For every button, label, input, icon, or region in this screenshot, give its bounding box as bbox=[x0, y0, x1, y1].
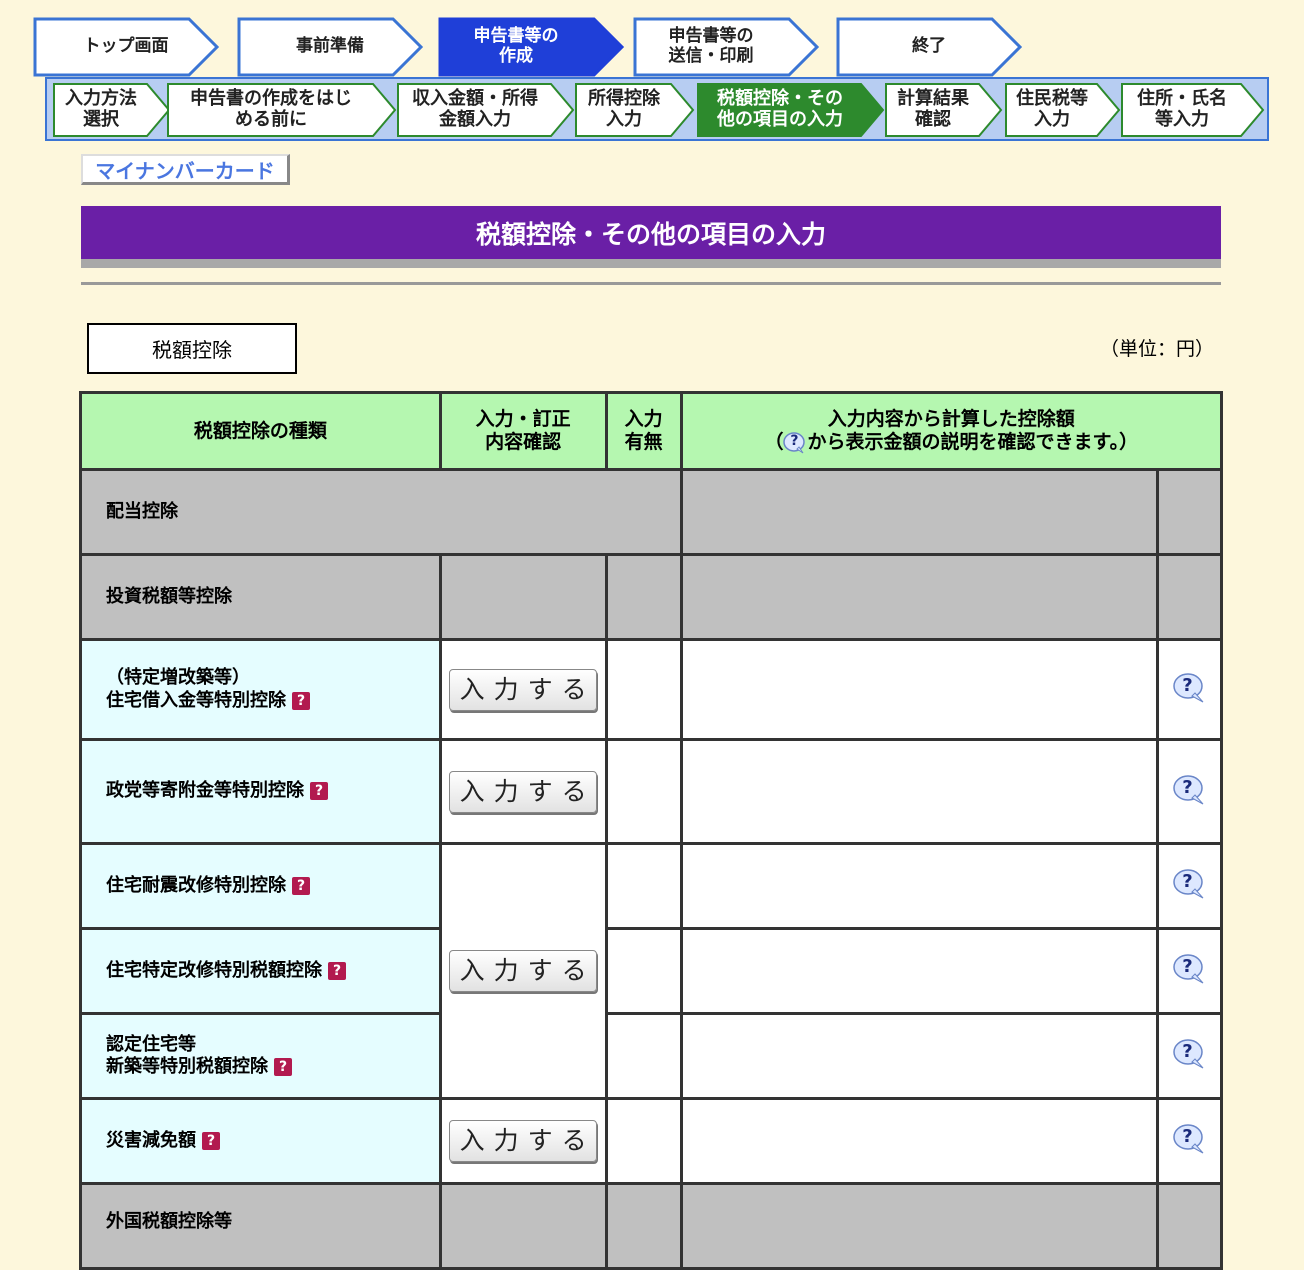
row-dividend-help bbox=[1159, 471, 1220, 553]
unit-label: （単位：円） bbox=[1100, 338, 1215, 360]
row-disaster-status bbox=[607, 1100, 680, 1182]
help-bubble-icon[interactable]: ? bbox=[1172, 1124, 1207, 1154]
row-foreign-label: 外国税額控除等 bbox=[82, 1185, 439, 1267]
row-investment-help bbox=[1159, 556, 1220, 638]
row-political-status bbox=[607, 741, 680, 842]
substep-resident-tax-label: 住民税等 入力 bbox=[1016, 88, 1088, 130]
mynumber-card-button[interactable]: マイナンバーカード bbox=[81, 154, 290, 185]
row-disaster-help: ? bbox=[1159, 1100, 1220, 1182]
row-housing-loan-label: （特定増改築等） 住宅借入金等特別控除? bbox=[82, 641, 439, 738]
step-end[interactable]: 終了 bbox=[836, 17, 1022, 77]
row-political-label: 政党等寄附金等特別控除? bbox=[82, 741, 439, 842]
row-certified-status bbox=[607, 1015, 680, 1097]
row-political-button-cell: 入力する bbox=[441, 741, 605, 842]
row-renovation-amount bbox=[682, 930, 1156, 1012]
row-political-amount bbox=[682, 741, 1156, 842]
section-label: 税額控除 bbox=[87, 323, 297, 374]
question-icon[interactable]: ? bbox=[202, 1131, 220, 1150]
substep-address-label: 住所・氏名 等入力 bbox=[1137, 88, 1227, 130]
row-certified-help: ? bbox=[1159, 1015, 1220, 1097]
step-send-label: 申告書等の 送信・印刷 bbox=[668, 26, 754, 66]
header-status: 入力 有無 bbox=[607, 394, 680, 468]
question-icon[interactable]: ? bbox=[274, 1058, 292, 1076]
substep-tax-credit[interactable]: 税額控除・その 他の項目の入力 bbox=[697, 83, 885, 137]
row-certified-amount bbox=[682, 1015, 1156, 1097]
row-quake-amount bbox=[682, 845, 1156, 927]
substep-deduction[interactable]: 所得控除 入力 bbox=[575, 83, 695, 137]
substep-income-label: 収入金額・所得 金額入力 bbox=[412, 88, 538, 130]
title-shadow bbox=[81, 259, 1221, 268]
row-disaster-button-cell: 入力する bbox=[441, 1100, 605, 1182]
sub-step-nav: 入力方法 選択 申告書の作成をはじ める前に 収入金額・所得 金額入力 所得控除… bbox=[45, 77, 1269, 141]
step-create[interactable]: 申告書等の 作成 bbox=[438, 17, 624, 77]
help-bubble-icon[interactable]: ? bbox=[1172, 1039, 1207, 1069]
substep-method[interactable]: 入力方法 選択 bbox=[53, 83, 171, 137]
header-type: 税額控除の種類 bbox=[82, 394, 439, 468]
substep-before[interactable]: 申告書の作成をはじ める前に bbox=[167, 83, 397, 137]
row-foreign-amount bbox=[682, 1185, 1156, 1267]
row-investment-status bbox=[607, 556, 680, 638]
row-investment-label: 投資税額等控除 bbox=[82, 556, 439, 638]
row-dividend-label: 配当控除 bbox=[82, 471, 680, 553]
substep-result-label: 計算結果 確認 bbox=[897, 88, 969, 130]
header-amount: 入力内容から計算した控除額 （? から表示金額の説明を確認できます。） bbox=[682, 394, 1220, 468]
help-bubble-icon[interactable]: ? bbox=[1172, 869, 1207, 899]
help-bubble-icon[interactable]: ? bbox=[1172, 774, 1207, 805]
step-send[interactable]: 申告書等の 送信・印刷 bbox=[633, 17, 819, 77]
row-quake-status bbox=[607, 845, 680, 927]
row-quake-label: 住宅耐震改修特別控除? bbox=[82, 845, 439, 927]
tax-credit-table: 税額控除の種類 入力・訂正 内容確認 入力 有無 入力内容から計算した控除額 （… bbox=[79, 391, 1223, 1270]
row-quake-group-button-cell: 入力する bbox=[441, 845, 605, 1097]
row-certified-label: 認定住宅等 新築等特別税額控除? bbox=[82, 1015, 439, 1097]
row-housing-loan-button-cell: 入力する bbox=[441, 641, 605, 738]
step-prep[interactable]: 事前準備 bbox=[237, 17, 423, 77]
row-housing-loan-help: ? bbox=[1159, 641, 1220, 738]
row-dividend-amount bbox=[682, 471, 1156, 553]
question-icon[interactable]: ? bbox=[310, 782, 328, 801]
substep-resident-tax[interactable]: 住民税等 入力 bbox=[1005, 83, 1121, 137]
row-renovation-label: 住宅特定改修特別税額控除? bbox=[82, 930, 439, 1012]
question-icon[interactable]: ? bbox=[292, 876, 310, 895]
page-title: 税額控除・その他の項目の入力 bbox=[81, 206, 1221, 259]
row-foreign-help bbox=[1159, 1185, 1220, 1267]
substep-tax-credit-label: 税額控除・その 他の項目の入力 bbox=[717, 88, 843, 130]
substep-method-label: 入力方法 選択 bbox=[65, 88, 137, 130]
input-button[interactable]: 入力する bbox=[449, 770, 598, 813]
row-housing-loan-amount bbox=[682, 641, 1156, 738]
row-investment-button-cell bbox=[441, 556, 605, 638]
row-political-help: ? bbox=[1159, 741, 1220, 842]
header-amount-line2: （? から表示金額の説明を確認できます。） bbox=[764, 431, 1139, 454]
step-create-label: 申告書等の 作成 bbox=[473, 26, 559, 66]
row-disaster-amount bbox=[682, 1100, 1156, 1182]
input-button[interactable]: 入力する bbox=[449, 668, 598, 711]
divider bbox=[81, 282, 1221, 285]
substep-income[interactable]: 収入金額・所得 金額入力 bbox=[397, 83, 575, 137]
row-renovation-status bbox=[607, 930, 680, 1012]
row-foreign-button-cell bbox=[441, 1185, 605, 1267]
help-bubble-icon[interactable]: ? bbox=[1172, 672, 1207, 703]
row-disaster-label: 災害減免額? bbox=[82, 1100, 439, 1182]
row-quake-help: ? bbox=[1159, 845, 1220, 927]
row-foreign-status bbox=[607, 1185, 680, 1267]
step-top[interactable]: トップ画面 bbox=[33, 17, 219, 77]
step-end-label: 終了 bbox=[912, 36, 946, 57]
substep-address[interactable]: 住所・氏名 等入力 bbox=[1121, 83, 1265, 137]
help-bubble-icon: ? bbox=[783, 431, 807, 454]
substep-deduction-label: 所得控除 入力 bbox=[588, 88, 660, 130]
row-renovation-help: ? bbox=[1159, 930, 1220, 1012]
question-icon[interactable]: ? bbox=[292, 691, 310, 710]
input-button[interactable]: 入力する bbox=[449, 1120, 598, 1162]
input-button[interactable]: 入力する bbox=[449, 950, 598, 992]
substep-before-label: 申告書の作成をはじ める前に bbox=[190, 88, 352, 130]
header-amount-line1: 入力内容から計算した控除額 bbox=[827, 408, 1075, 431]
help-bubble-icon[interactable]: ? bbox=[1172, 954, 1207, 984]
step-prep-label: 事前準備 bbox=[296, 36, 364, 57]
header-confirm: 入力・訂正 内容確認 bbox=[441, 394, 605, 468]
row-investment-amount bbox=[682, 556, 1156, 638]
main-step-nav: トップ画面 事前準備 申告書等の 作成 申告書等の 送信・印刷 終了 bbox=[33, 17, 1033, 77]
step-top-label: トップ画面 bbox=[83, 36, 169, 57]
row-housing-loan-status bbox=[607, 641, 680, 738]
question-icon[interactable]: ? bbox=[328, 961, 346, 980]
substep-result[interactable]: 計算結果 確認 bbox=[885, 83, 1003, 137]
